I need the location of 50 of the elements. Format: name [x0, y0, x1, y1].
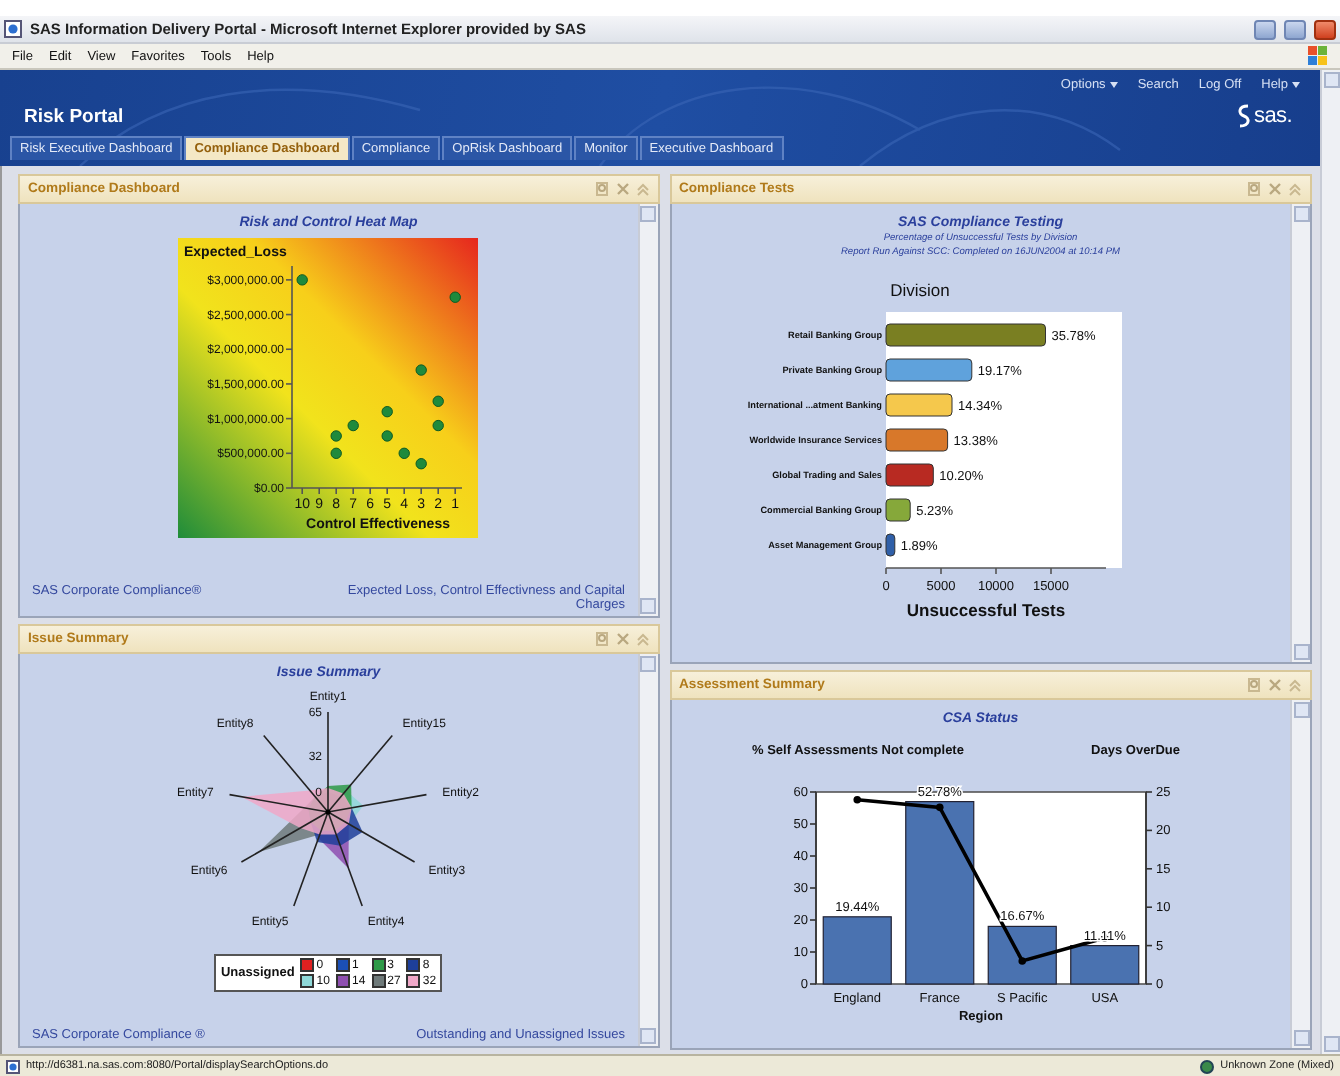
bar [886, 428, 949, 452]
portal-title: Risk Portal [24, 105, 124, 127]
scrollbar[interactable] [637, 654, 657, 1046]
globe-icon [1200, 1059, 1215, 1073]
bar [886, 358, 973, 382]
zoom-icon[interactable] [1248, 678, 1262, 692]
data-point [399, 447, 411, 459]
windows-flag-icon [1308, 46, 1328, 66]
collapse-icon[interactable] [635, 182, 649, 196]
axis-title: Division [890, 280, 951, 300]
zoom-icon[interactable] [595, 182, 609, 196]
data-point [450, 291, 462, 303]
data-point [382, 406, 394, 418]
close-icon[interactable] [615, 632, 629, 646]
axis-title: Unsuccessful Tests [907, 600, 1066, 620]
scrollbar[interactable] [1290, 700, 1310, 1048]
bar [886, 393, 953, 417]
collapse-icon[interactable] [1288, 182, 1302, 196]
scrollbar[interactable] [1320, 70, 1340, 1054]
minimize-button[interactable] [1254, 19, 1276, 39]
bar [822, 916, 892, 985]
bar [1069, 945, 1139, 985]
collapse-icon[interactable] [1288, 678, 1302, 692]
data-point [433, 395, 445, 407]
page-icon [6, 1059, 20, 1073]
scrollbar[interactable] [637, 204, 657, 616]
scrollbar[interactable] [1290, 204, 1310, 662]
bar [886, 463, 935, 487]
close-icon[interactable] [615, 182, 629, 196]
data-point [416, 458, 428, 470]
bar [987, 925, 1057, 985]
data-point [416, 364, 428, 376]
data-point [382, 430, 394, 442]
data-point [297, 274, 309, 286]
restore-button[interactable] [1284, 19, 1306, 39]
bar [886, 533, 896, 557]
zoom-icon[interactable] [595, 632, 609, 646]
logo-icon [1236, 104, 1253, 128]
browser-icon [4, 20, 22, 38]
close-icon[interactable] [1268, 182, 1282, 196]
zoom-icon[interactable] [1248, 182, 1262, 196]
data-point [331, 430, 343, 442]
data-point [348, 419, 360, 432]
data-point [331, 447, 343, 459]
collapse-icon[interactable] [635, 632, 649, 646]
close-button[interactable] [1314, 19, 1336, 39]
close-icon[interactable] [1268, 678, 1282, 692]
logo-text: sas. [1254, 104, 1292, 128]
data-point [433, 419, 445, 432]
bar [886, 498, 912, 522]
